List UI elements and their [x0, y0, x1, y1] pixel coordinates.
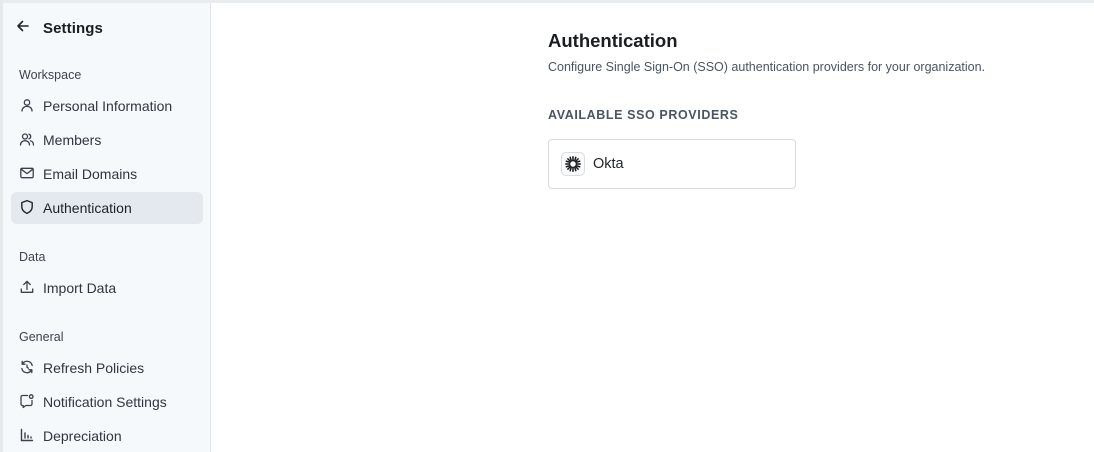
- sidebar-item-label: Import Data: [43, 280, 117, 296]
- notification-icon: [19, 393, 35, 412]
- mail-icon: [19, 165, 35, 184]
- sidebar-item-authentication[interactable]: Authentication: [11, 192, 203, 224]
- upload-icon: [19, 279, 35, 298]
- sidebar-item-label: Personal Information: [43, 98, 173, 114]
- settings-app: Settings Workspace Personal Information …: [0, 0, 1094, 452]
- users-icon: [19, 131, 35, 150]
- sidebar-item-label: Authentication: [43, 200, 132, 216]
- page-title: Authentication: [548, 30, 678, 51]
- refresh-icon: [19, 359, 35, 378]
- sidebar-item-label: Members: [43, 132, 102, 148]
- section-label-data: Data: [19, 250, 46, 264]
- back-to-app-button[interactable]: Settings: [15, 17, 103, 39]
- sidebar-title: Settings: [43, 19, 103, 37]
- sidebar-item-refresh-policies[interactable]: Refresh Policies: [11, 352, 203, 384]
- page-description: Configure Single Sign-On (SSO) authentic…: [548, 60, 986, 74]
- sidebar-item-import-data[interactable]: Import Data: [11, 272, 203, 304]
- user-icon: [19, 97, 35, 116]
- provider-name: Okta: [593, 156, 624, 172]
- sidebar-item-label: Notification Settings: [43, 394, 167, 410]
- section-label-workspace: Workspace: [19, 68, 82, 82]
- section-label-general: General: [19, 330, 64, 344]
- sidebar-item-depreciation[interactable]: Depreciation: [11, 420, 203, 452]
- main-content: Authentication Configure Single Sign-On …: [212, 3, 1094, 452]
- sidebar-item-email-domains[interactable]: Email Domains: [11, 158, 203, 190]
- sidebar-item-label: Refresh Policies: [43, 360, 145, 376]
- sidebar-item-personal-information[interactable]: Personal Information: [11, 90, 203, 122]
- settings-sidebar: Settings Workspace Personal Information …: [3, 3, 211, 452]
- shield-icon: [19, 199, 35, 218]
- sidebar-item-members[interactable]: Members: [11, 124, 203, 156]
- chart-icon: [19, 427, 35, 446]
- okta-logo-icon: [561, 152, 585, 176]
- sidebar-item-label: Email Domains: [43, 166, 138, 182]
- sidebar-item-notification-settings[interactable]: Notification Settings: [11, 386, 203, 418]
- provider-card-okta[interactable]: Okta: [548, 139, 796, 189]
- sidebar-item-label: Depreciation: [43, 428, 122, 444]
- arrow-left-icon: [15, 18, 31, 39]
- providers-section-label: AVAILABLE SSO PROVIDERS: [548, 108, 739, 122]
